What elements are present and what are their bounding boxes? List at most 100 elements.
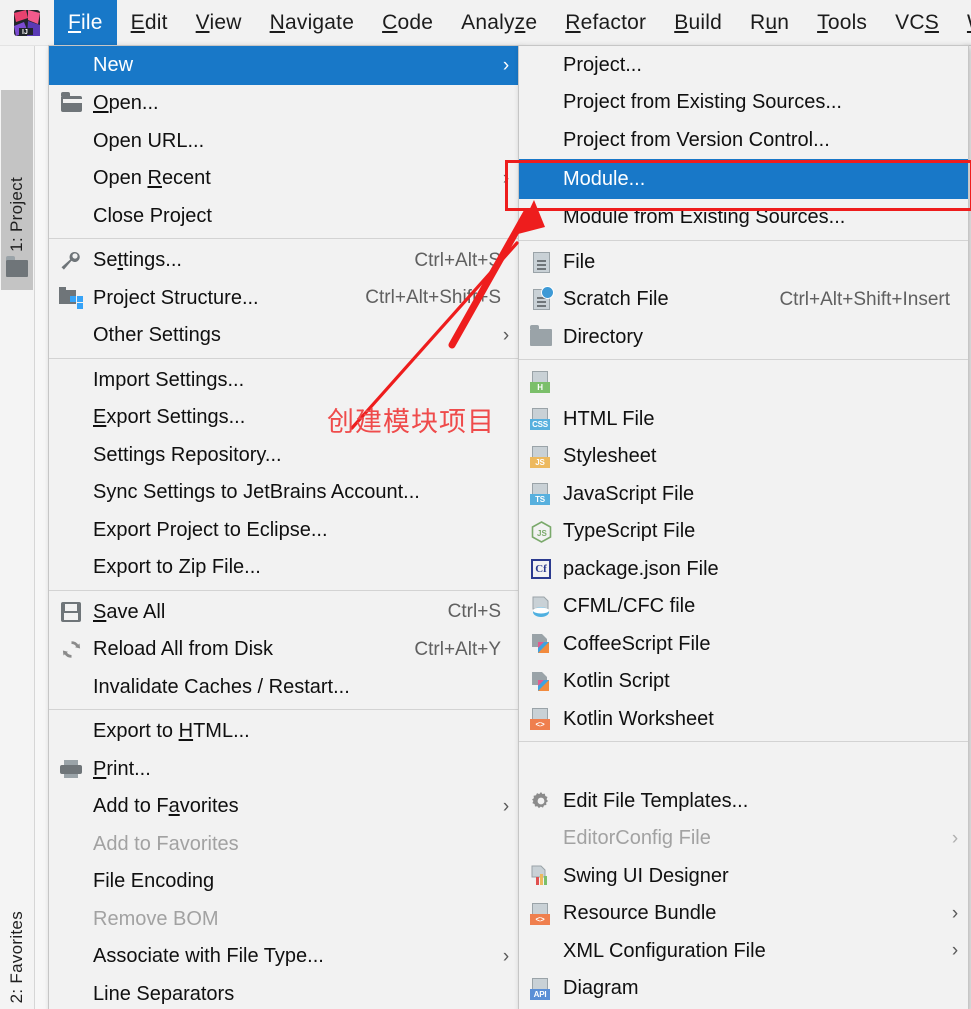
- menu-item-export-project-eclipse[interactable]: Export Project to Eclipse...: [49, 512, 519, 550]
- menu-label: XML Configuration File: [563, 939, 766, 962]
- menu-label: Add to Favorites: [93, 795, 239, 818]
- menu-bar: IJ File Edit View Navigate Code Analyze …: [0, 0, 971, 46]
- submenu-item-kotlin-worksheet[interactable]: Kotlin Script: [519, 663, 968, 701]
- menu-separator: [49, 589, 519, 591]
- menu-item-import-settings[interactable]: Import Settings...: [49, 362, 519, 400]
- menubar-item-view[interactable]: View: [182, 0, 256, 45]
- submenu-item-project[interactable]: Project...: [519, 46, 968, 84]
- menu-label: Kotlin Worksheet: [563, 707, 714, 730]
- chevron-right-icon: ›: [502, 324, 510, 346]
- submenu-item-edit-file-templates[interactable]: [519, 745, 968, 783]
- menu-label: Edit File Templates...: [563, 789, 749, 812]
- submenu-item-scratch-file[interactable]: Scratch File Ctrl+Alt+Shift+Insert: [519, 281, 968, 319]
- submenu-item-javascript-file[interactable]: JS Stylesheet: [519, 438, 968, 476]
- svg-text:JS: JS: [537, 529, 547, 538]
- cfml-icon: Cf: [519, 559, 563, 580]
- menubar-item-navigate[interactable]: Navigate: [256, 0, 369, 45]
- menubar-item-file[interactable]: File: [54, 0, 117, 45]
- menu-item-remove-bom[interactable]: File Encoding: [49, 863, 519, 901]
- submenu-item-module[interactable]: Module...: [519, 159, 968, 199]
- submenu-item-file[interactable]: File: [519, 244, 968, 282]
- menu-label: Add to Favorites: [93, 832, 239, 855]
- submenu-item-kotlin-script[interactable]: CoffeeScript File: [519, 626, 968, 664]
- gear-icon: [519, 790, 563, 812]
- chevron-right-icon: ›: [502, 945, 510, 967]
- menubar-item-build[interactable]: Build: [660, 0, 736, 45]
- resource-bundle-icon: [519, 865, 563, 887]
- menubar-item-run[interactable]: Run: [736, 0, 803, 45]
- menubar-item-code[interactable]: Code: [368, 0, 447, 45]
- menubar-item-vcs[interactable]: VCS: [881, 0, 953, 45]
- printer-icon: [49, 760, 93, 779]
- menu-item-invalidate-caches[interactable]: Invalidate Caches / Restart...: [49, 669, 519, 707]
- sidebar-item-project[interactable]: 1: Project: [1, 90, 33, 290]
- menubar-item-edit[interactable]: Edit: [117, 0, 182, 45]
- menu-label: Print...: [93, 757, 151, 780]
- submenu-item-resource-bundle[interactable]: Swing UI Designer: [519, 858, 968, 896]
- menu-item-open[interactable]: Open...: [49, 85, 519, 123]
- menu-label: Save All: [93, 600, 166, 623]
- menu-item-make-directory-read-only[interactable]: Line Separators: [49, 976, 519, 1009]
- submenu-item-cfml-cfc-file[interactable]: Cf package.json File: [519, 551, 968, 589]
- menu-label: Sync Settings to JetBrains Account...: [93, 481, 420, 504]
- submenu-item-coffeescript-file[interactable]: CFML/CFC file: [519, 588, 968, 626]
- submenu-item-diagram[interactable]: XML Configuration File ›: [519, 933, 968, 971]
- menu-label: Export to HTML...: [93, 720, 250, 743]
- menu-item-settings-repository[interactable]: Settings Repository...: [49, 437, 519, 475]
- sidebar-item-favorites[interactable]: 2: Favorites ★: [1, 880, 33, 1009]
- menu-item-project-structure[interactable]: Project Structure... Ctrl+Alt+Shift+S: [49, 280, 519, 318]
- submenu-item-xslt-stylesheet[interactable]: <> Kotlin Worksheet: [519, 701, 968, 739]
- menu-separator: [49, 238, 519, 239]
- menu-item-close-project[interactable]: Close Project: [49, 198, 519, 236]
- menu-item-other-settings[interactable]: Other Settings ›: [49, 317, 519, 355]
- chevron-right-icon: ›: [951, 940, 959, 962]
- submenu-item-project-from-version-control[interactable]: Project from Version Control...: [519, 122, 968, 160]
- wrench-icon: [49, 251, 93, 271]
- menubar-item-tools[interactable]: Tools: [803, 0, 881, 45]
- submenu-item-module-from-existing-sources[interactable]: Module from Existing Sources...: [519, 199, 968, 237]
- menu-item-export-to-html[interactable]: Export to HTML...: [49, 713, 519, 751]
- submenu-item-http-request[interactable]: API Diagram: [519, 970, 968, 1008]
- menu-label: Invalidate Caches / Restart...: [93, 675, 350, 698]
- menu-label: Project Structure...: [93, 286, 259, 309]
- menu-item-export-zip[interactable]: Export to Zip File...: [49, 549, 519, 587]
- menu-item-save-all[interactable]: Save All Ctrl+S: [49, 594, 519, 632]
- submenu-item-html-file[interactable]: H: [519, 363, 968, 401]
- menu-item-open-recent[interactable]: Open Recent ›: [49, 160, 519, 198]
- menu-label: JavaScript File: [563, 482, 695, 505]
- menu-item-line-separators[interactable]: Associate with File Type... ›: [49, 938, 519, 976]
- menubar-item-window[interactable]: Windo: [953, 0, 971, 45]
- menubar-item-refactor[interactable]: Refactor: [551, 0, 660, 45]
- submenu-item-project-from-existing-sources[interactable]: Project from Existing Sources...: [519, 84, 968, 122]
- menu-item-settings[interactable]: Settings... Ctrl+Alt+S: [49, 242, 519, 280]
- chevron-right-icon: ›: [502, 54, 510, 76]
- menu-item-sync-settings-jetbrains[interactable]: Sync Settings to JetBrains Account...: [49, 474, 519, 512]
- menu-item-add-to-favorites[interactable]: Add to Favorites ›: [49, 788, 519, 826]
- menu-label: HTML File: [563, 407, 655, 430]
- menu-item-new[interactable]: New ›: [49, 46, 519, 85]
- xslt-file-icon: <>: [519, 708, 563, 731]
- menu-label: Import Settings...: [93, 368, 245, 391]
- new-submenu-dropdown: Project... Project from Existing Sources…: [518, 45, 969, 1009]
- submenu-item-stylesheet[interactable]: CSS HTML File: [519, 401, 968, 439]
- submenu-item-editorconfig-file[interactable]: Edit File Templates...: [519, 783, 968, 821]
- menu-label: EditorConfig File: [563, 827, 711, 850]
- project-structure-icon: [49, 287, 93, 310]
- submenu-item-package-json-file[interactable]: JS TypeScript File: [519, 513, 968, 551]
- scratch-file-icon: [519, 286, 563, 311]
- submenu-item-swing-ui-designer: EditorConfig File ›: [519, 820, 968, 858]
- file-menu-dropdown: New › Open... Open URL... Open Recent › …: [48, 45, 520, 1009]
- submenu-item-xml-configuration-file[interactable]: <> Resource Bundle ›: [519, 895, 968, 933]
- submenu-item-typescript-file[interactable]: TS JavaScript File: [519, 476, 968, 514]
- menu-item-reload-all-from-disk[interactable]: Reload All from Disk Ctrl+Alt+Y: [49, 631, 519, 669]
- menu-item-print[interactable]: Print...: [49, 751, 519, 789]
- submenu-item-directory[interactable]: Directory: [519, 319, 968, 357]
- menubar-item-analyze[interactable]: Analyze: [447, 0, 551, 45]
- menu-label: Directory: [563, 325, 644, 348]
- menu-label: Settings...: [93, 249, 182, 272]
- menu-label: Other Settings: [93, 324, 221, 347]
- intellij-idea-logo-icon: IJ: [12, 8, 42, 38]
- menu-item-open-url[interactable]: Open URL...: [49, 123, 519, 161]
- menu-label: Project...: [563, 53, 642, 76]
- menu-label: Kotlin Script: [563, 670, 670, 693]
